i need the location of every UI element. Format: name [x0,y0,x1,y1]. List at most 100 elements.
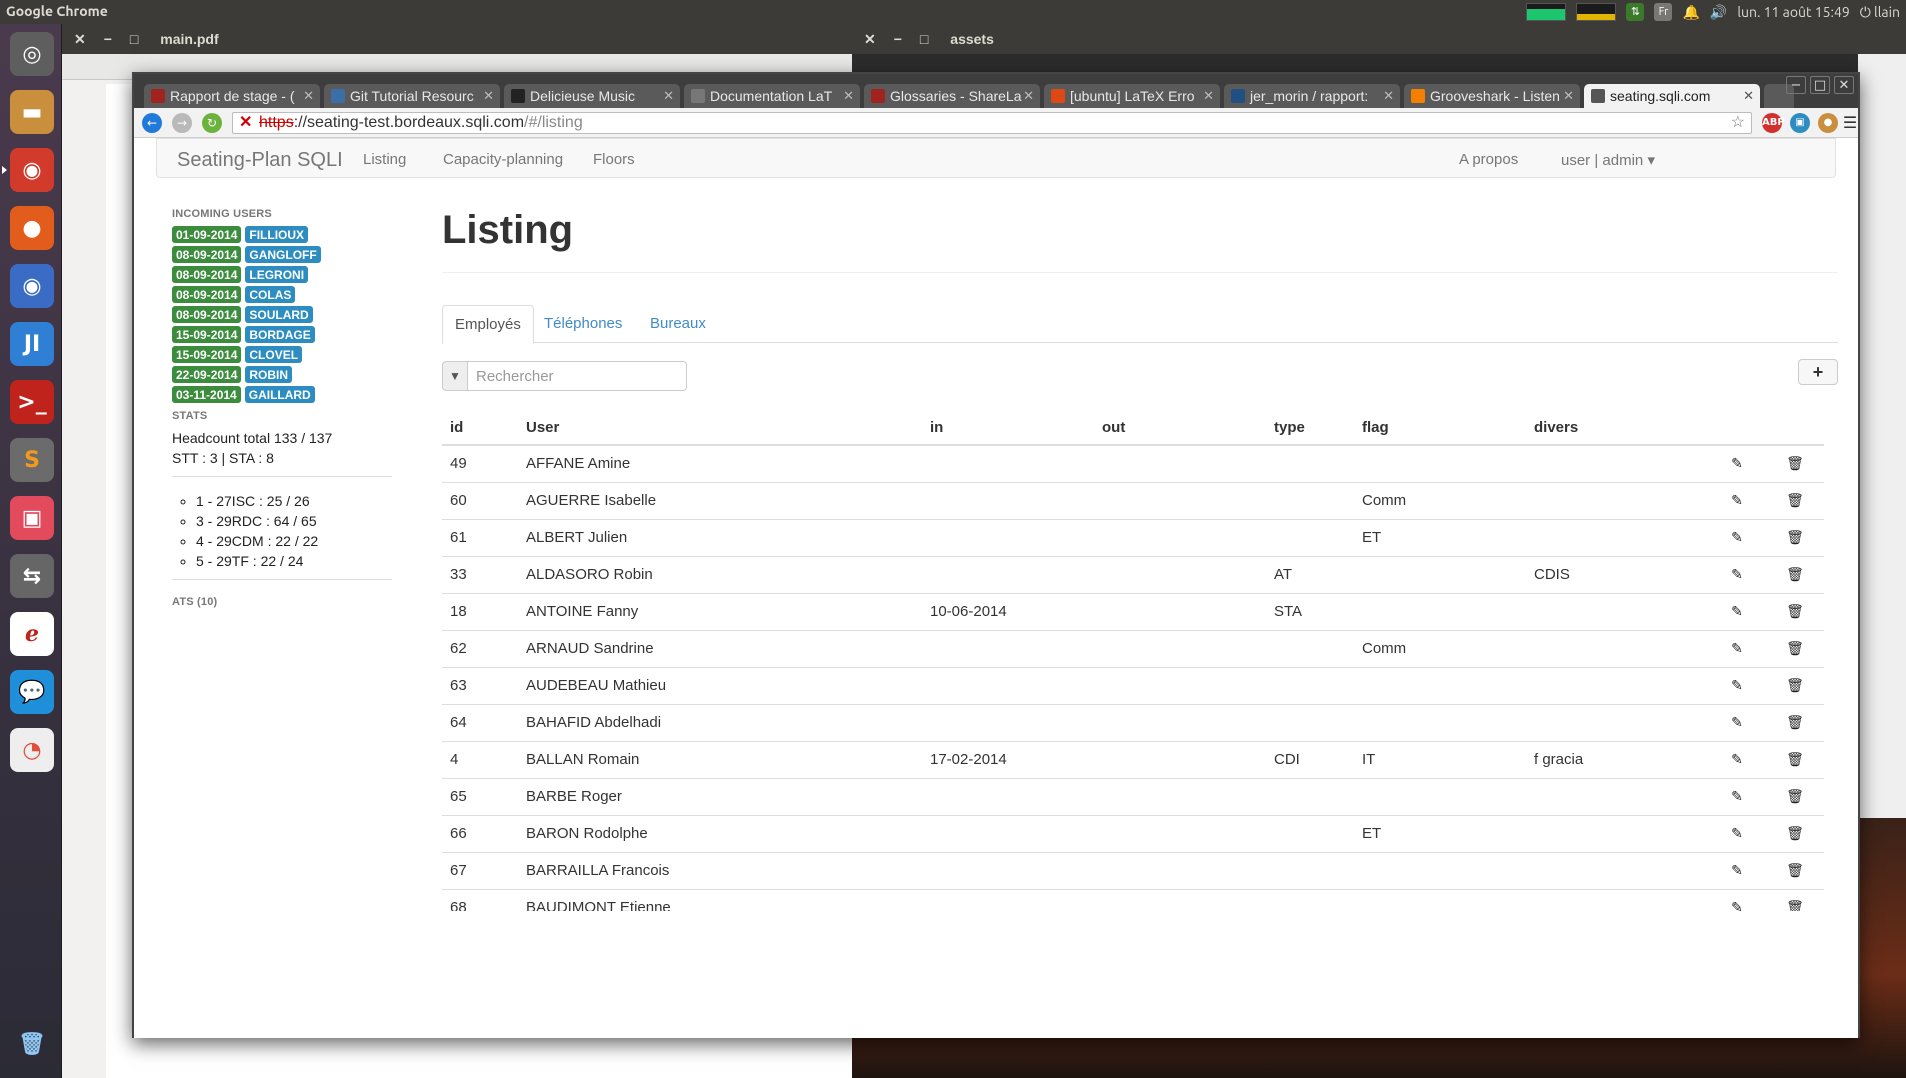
chrome-menu-icon[interactable]: ☰ [1840,113,1860,133]
trash-icon[interactable]: 🗑 [10,1022,54,1066]
clock[interactable]: lun. 11 août 15:49 [1737,4,1849,20]
incoming-user[interactable]: 22-09-2014 ROBIN [172,366,392,386]
browser-tab[interactable]: Documentation LaT ✕ [684,84,860,108]
browser-tab-active[interactable]: seating.sqli.com ✕ [1584,84,1760,108]
table-row[interactable]: 64 BAHAFID Abdelhadi ✎ 🗑 [442,703,1824,741]
maximize-icon[interactable]: □ [1810,76,1830,94]
tab-close-icon[interactable]: ✕ [303,84,314,108]
delete-trash-icon[interactable]: 🗑 [1766,703,1824,741]
forward-icon[interactable]: → [172,113,192,133]
column-header-flag[interactable]: flag [1354,411,1526,446]
browser-tab[interactable]: jer_morin / rapport: ✕ [1224,84,1400,108]
app-brand[interactable]: Seating-Plan SQLI [177,149,343,172]
edit-pencil-icon[interactable]: ✎ [1708,592,1766,630]
delete-trash-icon[interactable]: 🗑 [1766,814,1824,852]
column-header-user[interactable]: User [518,411,922,446]
tab-close-icon[interactable]: ✕ [843,84,854,108]
delete-trash-icon[interactable]: 🗑 [1766,592,1824,630]
back-icon[interactable]: ← [142,113,162,133]
edit-pencil-icon[interactable]: ✎ [1708,629,1766,667]
edit-pencil-icon[interactable]: ✎ [1708,888,1766,911]
incoming-user[interactable]: 15-09-2014 BORDAGE [172,326,392,346]
intellij-icon[interactable]: JI [10,322,54,366]
incoming-user[interactable]: 01-09-2014 FILLIOUX [172,226,392,246]
chromium-icon[interactable]: ◉ [10,264,54,308]
adblock-icon[interactable]: ABP [1762,113,1785,133]
user-menu[interactable]: user | admin ▾ [1561,151,1655,169]
delete-trash-icon[interactable]: 🗑 [1766,777,1824,815]
edit-pencil-icon[interactable]: ✎ [1708,740,1766,778]
tab-close-icon[interactable]: ✕ [663,84,674,108]
table-row[interactable]: 61 ALBERT Julien ET ✎ 🗑 [442,518,1824,556]
file-manager-titlebar[interactable]: ✕ − □ assets [852,24,1906,54]
chat-icon[interactable]: 💬 [10,670,54,714]
close-icon[interactable]: ✕ [864,31,876,47]
minimize-icon[interactable]: − [894,31,902,47]
table-row[interactable]: 33 ALDASORO Robin AT CDIS ✎ 🗑 [442,555,1824,593]
pdf-window-titlebar[interactable]: ✕ − □ main.pdf [62,24,852,54]
minimize-icon[interactable]: − [1786,76,1806,94]
delete-trash-icon[interactable]: 🗑 [1766,629,1824,667]
delete-trash-icon[interactable]: 🗑 [1766,518,1824,556]
dash-home-icon[interactable]: ◎ [10,32,54,76]
keyboard-layout-indicator[interactable]: Fr [1654,3,1673,21]
table-row[interactable]: 65 BARBE Roger ✎ 🗑 [442,777,1824,815]
delete-trash-icon[interactable]: 🗑 [1766,666,1824,704]
incoming-user[interactable]: 08-09-2014 COLAS [172,286,392,306]
table-row[interactable]: 60 AGUERRE Isabelle Comm ✎ 🗑 [442,481,1824,519]
extension-icon[interactable]: ▣ [1790,113,1810,133]
maximize-icon[interactable]: □ [130,31,138,47]
browser-tab[interactable]: Glossaries - ShareLa ✕ [864,84,1040,108]
browser-tab[interactable]: [ubuntu] LaTeX Erro ✕ [1044,84,1220,108]
address-bar[interactable]: ✕ https://seating-test.bordeaux.sqli.com… [232,112,1752,134]
browser-tab[interactable]: Rapport de stage - (✕ [144,84,320,108]
system-load-indicator[interactable] [1526,3,1567,21]
reload-icon[interactable]: ↻ [202,113,222,133]
column-header-in[interactable]: in [922,411,1094,446]
files-icon[interactable]: ▬ [10,90,54,134]
insecure-ssl-icon[interactable]: ✕ [239,113,252,133]
table-row[interactable]: 68 BAUDIMONT Etienne ✎ 🗑 [442,888,1824,911]
pie-chart-app-icon[interactable]: ◔ [10,728,54,772]
nav-about[interactable]: A propos [1459,151,1518,168]
notification-bell-icon[interactable]: 🔔 [1682,4,1699,21]
minimize-icon[interactable]: − [104,31,112,47]
table-row[interactable]: 4 BALLAN Romain 17-02-2014 CDI IT f gracia ✎ 🗑 [442,740,1824,778]
volume-icon[interactable]: 🔊 [1710,4,1727,21]
edit-pencil-icon[interactable]: ✎ [1708,666,1766,704]
software-center-icon[interactable]: ▣ [10,496,54,540]
edit-pencil-icon[interactable]: ✎ [1708,851,1766,889]
edit-pencil-icon[interactable]: ✎ [1708,481,1766,519]
incoming-user[interactable]: 15-09-2014 CLOVEL [172,346,392,366]
network-load-indicator[interactable] [1576,3,1617,21]
tab-bureaux[interactable]: Bureaux [638,305,718,343]
delete-trash-icon[interactable]: 🗑 [1766,555,1824,593]
tab-employes[interactable]: Employés [442,305,534,344]
edit-pencil-icon[interactable]: ✎ [1708,518,1766,556]
close-icon[interactable]: ✕ [1834,76,1854,94]
maximize-icon[interactable]: □ [920,31,928,47]
edit-pencil-icon[interactable]: ✎ [1708,814,1766,852]
cookie-extension-icon[interactable]: ● [1818,113,1838,133]
tab-close-icon[interactable]: ✕ [1743,84,1754,108]
nav-floors[interactable]: Floors [593,151,635,168]
table-row[interactable]: 18 ANTOINE Fanny 10-06-2014 STA ✎ 🗑 [442,592,1824,630]
tab-telephones[interactable]: Téléphones [532,305,634,343]
table-row[interactable]: 67 BARRAILLA Francois ✎ 🗑 [442,851,1824,889]
edit-pencil-icon[interactable]: ✎ [1708,703,1766,741]
delete-trash-icon[interactable]: 🗑 [1766,481,1824,519]
table-row[interactable]: 49 AFFANE Amine ✎ 🗑 [442,444,1824,482]
edit-pencil-icon[interactable]: ✎ [1708,444,1766,482]
browser-tab[interactable]: Git Tutorial Resourc ✕ [324,84,500,108]
add-employee-button[interactable]: + [1798,359,1838,385]
network-arrows-icon[interactable]: ⇅ [1626,3,1645,21]
delete-trash-icon[interactable]: 🗑 [1766,888,1824,911]
table-row[interactable]: 66 BARON Rodolphe ET ✎ 🗑 [442,814,1824,852]
session-menu[interactable]: ⏻ llain [1860,4,1900,21]
browser-tab[interactable]: Delicieuse Music ✕ [504,84,680,108]
delete-trash-icon[interactable]: 🗑 [1766,740,1824,778]
sublime-text-icon[interactable]: S [10,438,54,482]
column-header-out[interactable]: out [1094,411,1266,446]
column-header-type[interactable]: type [1266,411,1354,446]
chrome-icon[interactable]: ◉ [2,148,54,192]
